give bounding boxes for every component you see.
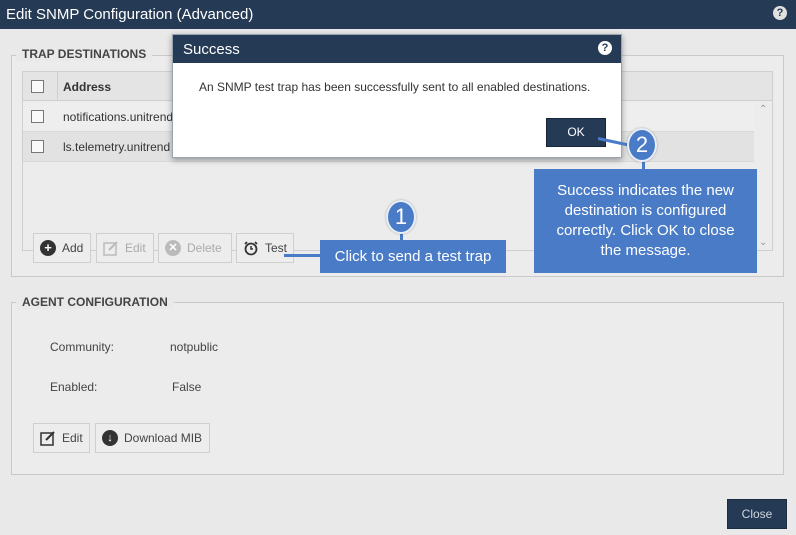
trap-destinations-legend: TRAP DESTINATIONS	[16, 47, 153, 61]
callout-one-badge: 1	[386, 200, 416, 234]
test-trap-button[interactable]: Test	[236, 233, 294, 263]
modal-message: An SNMP test trap has been successfully …	[199, 80, 591, 94]
window-titlebar: Edit SNMP Configuration (Advanced) ?	[0, 0, 796, 29]
callout-one-text: Click to send a test trap	[320, 240, 506, 273]
select-all-checkbox[interactable]	[31, 80, 44, 93]
row-address: notifications.unitrend	[63, 110, 174, 124]
chevron-down-icon[interactable]: ⌄	[759, 237, 767, 248]
download-icon: ↓	[102, 430, 118, 446]
close-button[interactable]: Close	[727, 499, 787, 529]
edit-icon	[40, 431, 55, 446]
edit-destination-button[interactable]: Edit	[96, 233, 154, 263]
enabled-label: Enabled:	[50, 380, 98, 394]
add-button-label: Add	[62, 241, 84, 255]
delete-destination-label: Delete	[187, 241, 222, 255]
download-mib-label: Download MIB	[124, 431, 203, 445]
help-icon[interactable]: ?	[773, 6, 787, 20]
select-all-column	[23, 72, 58, 101]
window-title: Edit SNMP Configuration (Advanced)	[6, 6, 254, 23]
enabled-value: False	[172, 380, 202, 394]
edit-icon	[103, 241, 118, 256]
edit-destination-label: Edit	[125, 241, 146, 255]
test-trap-label: Test	[264, 241, 287, 255]
edit-agent-label: Edit	[62, 431, 83, 445]
row-checkbox[interactable]	[31, 140, 44, 153]
row-checkbox[interactable]	[31, 110, 44, 123]
community-label: Community:	[50, 340, 115, 354]
modal-title: Success	[183, 41, 240, 58]
agent-configuration-legend: AGENT CONFIGURATION	[16, 295, 174, 309]
row-address: ls.telemetry.unitrend	[63, 140, 171, 154]
callout-one-connector	[284, 254, 322, 257]
grid-scrollbar[interactable]: ⌃ ⌄	[756, 102, 772, 250]
delete-icon: ✕	[165, 240, 181, 256]
column-header-address[interactable]: Address	[63, 80, 111, 94]
add-button[interactable]: + Add	[33, 233, 91, 263]
modal-titlebar: Success ?	[173, 35, 621, 63]
success-modal: Success ? An SNMP test trap has been suc…	[172, 34, 622, 158]
callout-two-text: Success indicates the new destination is…	[534, 169, 757, 273]
edit-agent-button[interactable]: Edit	[33, 423, 90, 453]
help-icon[interactable]: ?	[598, 41, 612, 55]
plus-icon: +	[40, 240, 56, 256]
chevron-up-icon[interactable]: ⌃	[759, 104, 767, 115]
delete-destination-button[interactable]: ✕ Delete	[158, 233, 232, 263]
community-value: notpublic	[170, 340, 219, 354]
callout-two-badge: 2	[627, 128, 657, 162]
ok-button[interactable]: OK	[546, 118, 606, 147]
download-mib-button[interactable]: ↓ Download MIB	[95, 423, 210, 453]
alarm-clock-icon	[244, 241, 258, 256]
